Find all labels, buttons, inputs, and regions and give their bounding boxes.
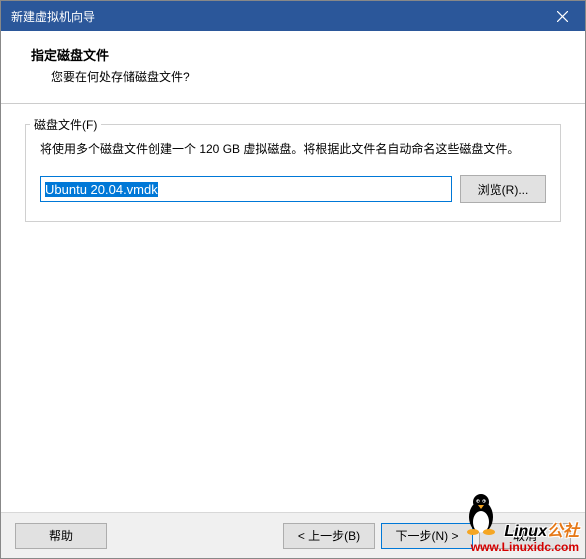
wizard-footer: 帮助 < 上一步(B) 下一步(N) > 取消 xyxy=(1,512,585,558)
content-area: 磁盘文件(F) 将使用多个磁盘文件创建一个 120 GB 虚拟磁盘。将根据此文件… xyxy=(1,104,585,222)
page-subtitle: 您要在何处存储磁盘文件? xyxy=(51,68,565,85)
disk-file-input[interactable]: Ubuntu 20.04.vmdk xyxy=(40,176,452,202)
back-button[interactable]: < 上一步(B) xyxy=(283,523,375,549)
close-icon xyxy=(557,11,568,22)
window-title: 新建虚拟机向导 xyxy=(11,8,95,25)
titlebar: 新建虚拟机向导 xyxy=(1,1,585,31)
next-button[interactable]: 下一步(N) > xyxy=(381,523,473,549)
page-title: 指定磁盘文件 xyxy=(31,45,565,64)
disk-file-value: Ubuntu 20.04.vmdk xyxy=(45,182,158,197)
group-description: 将使用多个磁盘文件创建一个 120 GB 虚拟磁盘。将根据此文件名自动命名这些磁… xyxy=(40,139,546,159)
cancel-button[interactable]: 取消 xyxy=(479,523,571,549)
file-row: Ubuntu 20.04.vmdk 浏览(R)... xyxy=(40,175,546,203)
browse-button[interactable]: 浏览(R)... xyxy=(460,175,546,203)
close-button[interactable] xyxy=(540,1,585,31)
wizard-header: 指定磁盘文件 您要在何处存储磁盘文件? xyxy=(1,31,585,104)
group-legend: 磁盘文件(F) xyxy=(30,116,101,133)
help-button[interactable]: 帮助 xyxy=(15,523,107,549)
disk-file-group: 磁盘文件(F) 将使用多个磁盘文件创建一个 120 GB 虚拟磁盘。将根据此文件… xyxy=(25,124,561,222)
